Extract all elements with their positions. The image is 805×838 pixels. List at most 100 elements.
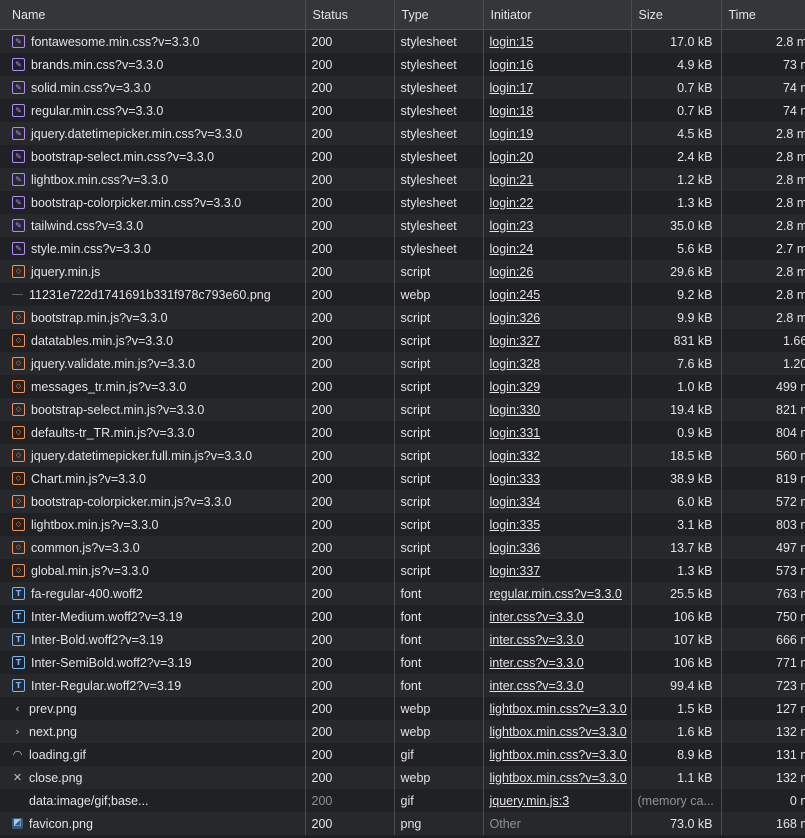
table-row[interactable]: ◩ favicon.png 200png Other 73.0 kB168 ms	[0, 812, 805, 835]
request-name-cell[interactable]: ◇ lightbox.min.js?v=3.3.0	[0, 513, 305, 536]
column-header-status[interactable]: Status	[304, 0, 394, 30]
table-row[interactable]: › next.png 200 webp lightbox.min.css?v=3.3.0…	[0, 720, 805, 743]
column-header-time[interactable]: Time	[720, 0, 805, 30]
request-initiator-link[interactable]: login:329	[490, 380, 541, 394]
request-initiator-link[interactable]: login:332	[490, 449, 541, 463]
table-row[interactable]: ◇ bootstrap-colorpicker.min.js?v=3.3.0 200…	[0, 490, 805, 513]
request-initiator-link[interactable]: lightbox.min.css?v=3.3.0	[490, 771, 627, 785]
request-initiator-link[interactable]: login:16	[490, 58, 534, 72]
request-name-cell[interactable]: ✎ tailwind.css?v=3.3.0	[0, 214, 305, 237]
table-row[interactable]: ✎ lightbox.min.css?v=3.3.0 200 stylesheet lo…	[0, 168, 805, 191]
request-initiator-link[interactable]: inter.css?v=3.3.0	[490, 679, 584, 693]
table-row[interactable]: ‹ prev.png 200 webp lightbox.min.css?v=3.3.0…	[0, 697, 805, 720]
request-initiator-link[interactable]: login:334	[490, 495, 541, 509]
table-row[interactable]: ◇ defaults-tr_TR.min.js?v=3.3.0 200 script l…	[0, 421, 805, 444]
column-header-type[interactable]: Type	[393, 0, 483, 30]
request-initiator-link[interactable]: login:335	[490, 518, 541, 532]
table-row[interactable]: Tfa-regular-400.woff2 200 font regular.min.…	[0, 582, 805, 605]
request-initiator-link[interactable]: login:331	[490, 426, 541, 440]
request-name-cell[interactable]: ✕ close.png	[0, 766, 305, 789]
request-initiator-link[interactable]: lightbox.min.css?v=3.3.0	[490, 748, 627, 762]
request-initiator-link[interactable]: login:337	[490, 564, 541, 578]
request-name-cell[interactable]: ◇ common.js?v=3.3.0	[0, 536, 305, 559]
request-name-cell[interactable]: ◇ jquery.validate.min.js?v=3.3.0	[0, 352, 305, 375]
table-row[interactable]: ◇ jquery.min.js 200 script login:26 29.6 kB 2.…	[0, 260, 805, 283]
request-name-cell[interactable]: ◇ bootstrap.min.js?v=3.3.0	[0, 306, 305, 329]
table-row[interactable]: ◇ common.js?v=3.3.0 200 script login:336 13.7…	[0, 536, 805, 559]
table-row[interactable]: ◇ messages_tr.min.js?v=3.3.0 200 script logi…	[0, 375, 805, 398]
request-initiator-link[interactable]: jquery.min.js:3	[490, 794, 570, 808]
request-name-cell[interactable]: ◇ bootstrap-colorpicker.min.js?v=3.3.0	[0, 490, 305, 513]
request-name-cell[interactable]: › next.png	[0, 720, 305, 743]
request-name-cell[interactable]: ✎ jquery.datetimepicker.min.css?v=3.3.0	[0, 122, 305, 145]
request-initiator-link[interactable]: login:336	[490, 541, 541, 555]
request-initiator-link[interactable]: login:328	[490, 357, 541, 371]
table-row[interactable]: ✎ solid.min.css?v=3.3.0 200 stylesheet login…	[0, 76, 805, 99]
request-initiator-link[interactable]: login:15	[490, 35, 534, 49]
table-row[interactable]: ✎ regular.min.css?v=3.3.0 200 stylesheet log…	[0, 99, 805, 122]
request-initiator-link[interactable]: login:22	[490, 196, 534, 210]
request-name-cell[interactable]: T Inter-SemiBold.woff2?v=3.19	[0, 651, 305, 674]
table-row[interactable]: ✎ bootstrap-colorpicker.min.css?v=3.3.0 20…	[0, 191, 805, 214]
request-initiator-link[interactable]: login:24	[490, 242, 534, 256]
table-row[interactable]: ◇ bootstrap.min.js?v=3.3.0 200 script login:…	[0, 306, 805, 329]
request-name-cell[interactable]: ✎ fontawesome.min.css?v=3.3.0	[0, 29, 305, 53]
request-name-cell[interactable]: ‹ prev.png	[0, 697, 305, 720]
request-initiator-link[interactable]: regular.min.css?v=3.3.0	[490, 587, 622, 601]
request-name-cell[interactable]: ◇ jquery.datetimepicker.full.min.js?v=3.3…	[0, 444, 305, 467]
table-row[interactable]: ◇ lightbox.min.js?v=3.3.0 200 script login:3…	[0, 513, 805, 536]
table-row[interactable]: ◇ jquery.validate.min.js?v=3.3.0 200 script…	[0, 352, 805, 375]
table-row[interactable]: ◇ global.min.js?v=3.3.0 200 script login:337…	[0, 559, 805, 582]
request-initiator-link[interactable]: login:19	[490, 127, 534, 141]
request-name-cell[interactable]: ✎ bootstrap-select.min.css?v=3.3.0	[0, 145, 305, 168]
request-initiator-link[interactable]: login:245	[490, 288, 541, 302]
request-initiator-link[interactable]: login:23	[490, 219, 534, 233]
request-name-cell[interactable]: ◇ jquery.min.js	[0, 260, 305, 283]
table-row[interactable]: data:image/gif;base... 200 gif jquery.min.j…	[0, 789, 805, 812]
request-name-cell[interactable]: ◠ loading.gif	[0, 743, 305, 766]
request-name-cell[interactable]: Tfa-regular-400.woff2	[0, 582, 305, 605]
request-name-cell[interactable]: ✎ bootstrap-colorpicker.min.css?v=3.3.0	[0, 191, 305, 214]
table-row[interactable]: ◇ datatables.min.js?v=3.3.0 200 script login…	[0, 329, 805, 352]
table-row[interactable]: T Inter-Regular.woff2?v=3.19 200 font inter.…	[0, 674, 805, 697]
column-header-initiator[interactable]: Initiator	[482, 0, 631, 30]
request-initiator-link[interactable]: login:18	[490, 104, 534, 118]
request-initiator-link[interactable]: login:327	[490, 334, 541, 348]
request-name-cell[interactable]: ✎ lightbox.min.css?v=3.3.0	[0, 168, 305, 191]
request-name-cell[interactable]: ◇ defaults-tr_TR.min.js?v=3.3.0	[0, 421, 305, 444]
table-row[interactable]: ◇ jquery.datetimepicker.full.min.js?v=3.3…	[0, 444, 805, 467]
request-initiator-link[interactable]: login:20	[490, 150, 534, 164]
request-initiator-link[interactable]: inter.css?v=3.3.0	[490, 633, 584, 647]
request-name-cell[interactable]: ✎ brands.min.css?v=3.3.0	[0, 53, 305, 76]
request-initiator-link[interactable]: login:17	[490, 81, 534, 95]
request-initiator-link[interactable]: inter.css?v=3.3.0	[490, 656, 584, 670]
table-row[interactable]: ✎ brands.min.css?v=3.3.0 200 stylesheet logi…	[0, 53, 805, 76]
column-header-size[interactable]: Size	[630, 0, 721, 30]
column-header-name[interactable]: Name	[0, 0, 305, 30]
request-name-cell[interactable]: ✎ regular.min.css?v=3.3.0	[0, 99, 305, 122]
table-row[interactable]: ✎ bootstrap-select.min.css?v=3.3.0 200 styl…	[0, 145, 805, 168]
request-initiator-link[interactable]: login:326	[490, 311, 541, 325]
request-name-cell[interactable]: ✎ solid.min.css?v=3.3.0	[0, 76, 305, 99]
request-name-cell[interactable]: 11231e722d1741691b331f978c793e60.png	[0, 283, 305, 306]
table-row[interactable]: ✎ jquery.datetimepicker.min.css?v=3.3.0 20…	[0, 122, 805, 145]
request-initiator-link[interactable]: login:21	[490, 173, 534, 187]
table-row[interactable]: ✎ fontawesome.min.css?v=3.3.0 200 styleshee…	[0, 29, 805, 53]
table-row[interactable]: T Inter-Medium.woff2?v=3.19 200 font inter.c…	[0, 605, 805, 628]
request-initiator-link[interactable]: inter.css?v=3.3.0	[490, 610, 584, 624]
table-row[interactable]: 11231e722d1741691b331f978c793e60.png 200 w…	[0, 283, 805, 306]
table-row[interactable]: ◇ bootstrap-select.min.js?v=3.3.0 200 scrip…	[0, 398, 805, 421]
table-row[interactable]: ✕ close.png 200 webp lightbox.min.css?v=3.3.…	[0, 766, 805, 789]
request-name-cell[interactable]: T Inter-Bold.woff2?v=3.19	[0, 628, 305, 651]
request-name-cell[interactable]: ✎ style.min.css?v=3.3.0	[0, 237, 305, 260]
request-name-cell[interactable]: ◇ Chart.min.js?v=3.3.0	[0, 467, 305, 490]
table-row[interactable]: ✎ style.min.css?v=3.3.0 200 stylesheet login…	[0, 237, 805, 260]
request-initiator-link[interactable]: login:26	[490, 265, 534, 279]
table-row[interactable]: T Inter-Bold.woff2?v=3.19 200 font inter.css…	[0, 628, 805, 651]
request-name-cell[interactable]: ◇ global.min.js?v=3.3.0	[0, 559, 305, 582]
request-name-cell[interactable]: ◩ favicon.png	[0, 812, 305, 835]
request-initiator-link[interactable]: lightbox.min.css?v=3.3.0	[490, 702, 627, 716]
table-row[interactable]: ◇ Chart.min.js?v=3.3.0 200 script login:333 3…	[0, 467, 805, 490]
request-name-cell[interactable]: T Inter-Regular.woff2?v=3.19	[0, 674, 305, 697]
table-row[interactable]: ◠ loading.gif 200 gif lightbox.min.css?v=3.3…	[0, 743, 805, 766]
